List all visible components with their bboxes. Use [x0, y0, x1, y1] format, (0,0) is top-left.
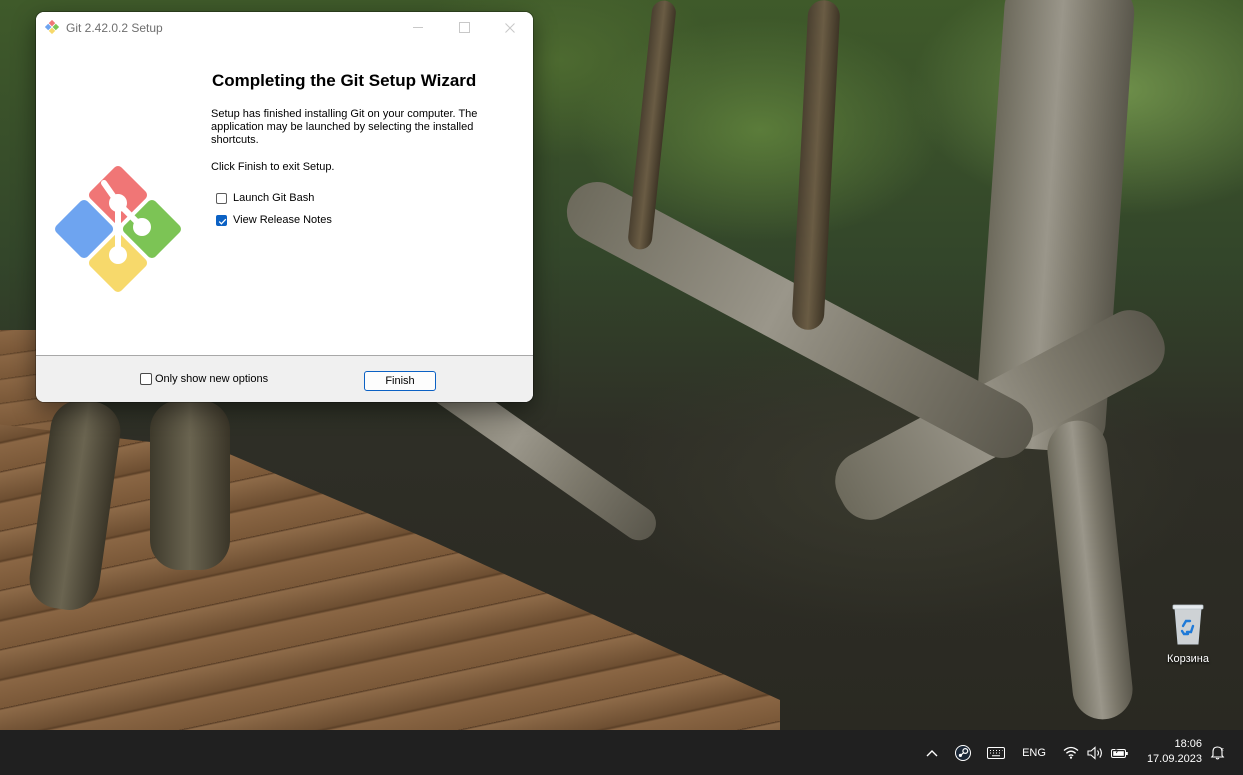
minimize-button[interactable]	[395, 12, 441, 43]
clock-time: 18:06	[1174, 738, 1202, 750]
wizard-content: Completing the Git Setup Wizard Setup ha…	[36, 43, 533, 355]
wizard-heading: Completing the Git Setup Wizard	[212, 71, 477, 90]
keyboard-icon	[987, 746, 1005, 759]
network-button[interactable]	[1062, 730, 1080, 775]
finish-button[interactable]: Finish	[364, 371, 436, 391]
git-logo	[55, 166, 181, 292]
touch-keyboard-button[interactable]	[985, 730, 1007, 775]
git-setup-window: Git 2.42.0.2 Setup Completing the Git Se…	[36, 12, 533, 402]
maximize-button[interactable]	[441, 12, 487, 43]
taskbar: ENG 18:06 17.09.2023 z	[0, 730, 1243, 775]
window-title: Git 2.42.0.2 Setup	[66, 21, 163, 35]
notifications-button[interactable]: z	[1208, 730, 1226, 775]
view-release-notes-label[interactable]: View Release Notes	[233, 214, 332, 226]
volume-icon	[1086, 745, 1102, 760]
recycle-bin-icon	[1172, 604, 1204, 645]
launch-git-bash-label[interactable]: Launch Git Bash	[233, 192, 314, 204]
view-release-notes-option[interactable]: View Release Notes	[216, 212, 332, 228]
wifi-icon	[1063, 746, 1079, 759]
only-show-new-options-checkbox[interactable]	[140, 373, 152, 385]
maximize-icon	[458, 22, 470, 33]
input-language-button[interactable]: ENG	[1018, 730, 1050, 775]
volume-button[interactable]	[1086, 730, 1104, 775]
finished-message: Setup has finished installing Git on you…	[211, 108, 478, 146]
launch-git-bash-checkbox[interactable]	[216, 192, 227, 204]
chevron-up-icon	[926, 749, 938, 756]
minimize-icon	[413, 27, 423, 28]
close-icon	[505, 22, 515, 33]
checkmark-icon	[218, 218, 227, 225]
close-button[interactable]	[487, 12, 533, 43]
notification-bell-icon: z	[1210, 746, 1224, 760]
battery-charging-icon	[1111, 746, 1128, 758]
only-show-new-options-label[interactable]: Only show new options	[155, 373, 268, 385]
steam-icon	[955, 744, 971, 761]
clock-date: 17.09.2023	[1146, 753, 1202, 765]
title-bar[interactable]: Git 2.42.0.2 Setup	[36, 12, 533, 43]
only-show-new-options[interactable]: Only show new options	[140, 373, 268, 385]
battery-button[interactable]	[1110, 730, 1130, 775]
svg-text:z: z	[1221, 747, 1224, 753]
git-app-icon	[45, 20, 59, 34]
recycle-bin-label: Корзина	[1167, 653, 1209, 665]
show-hidden-icons-button[interactable]	[924, 730, 940, 775]
recycle-bin-shortcut[interactable]: Корзина	[1158, 602, 1218, 665]
launch-git-bash-option[interactable]: Launch Git Bash	[216, 190, 314, 206]
exit-instruction: Click Finish to exit Setup.	[211, 161, 335, 173]
wizard-footer: Only show new options Finish	[36, 356, 533, 402]
steam-tray-button[interactable]	[953, 730, 973, 775]
view-release-notes-checkbox[interactable]	[216, 214, 227, 226]
clock[interactable]: 18:06 17.09.2023	[1140, 737, 1202, 767]
